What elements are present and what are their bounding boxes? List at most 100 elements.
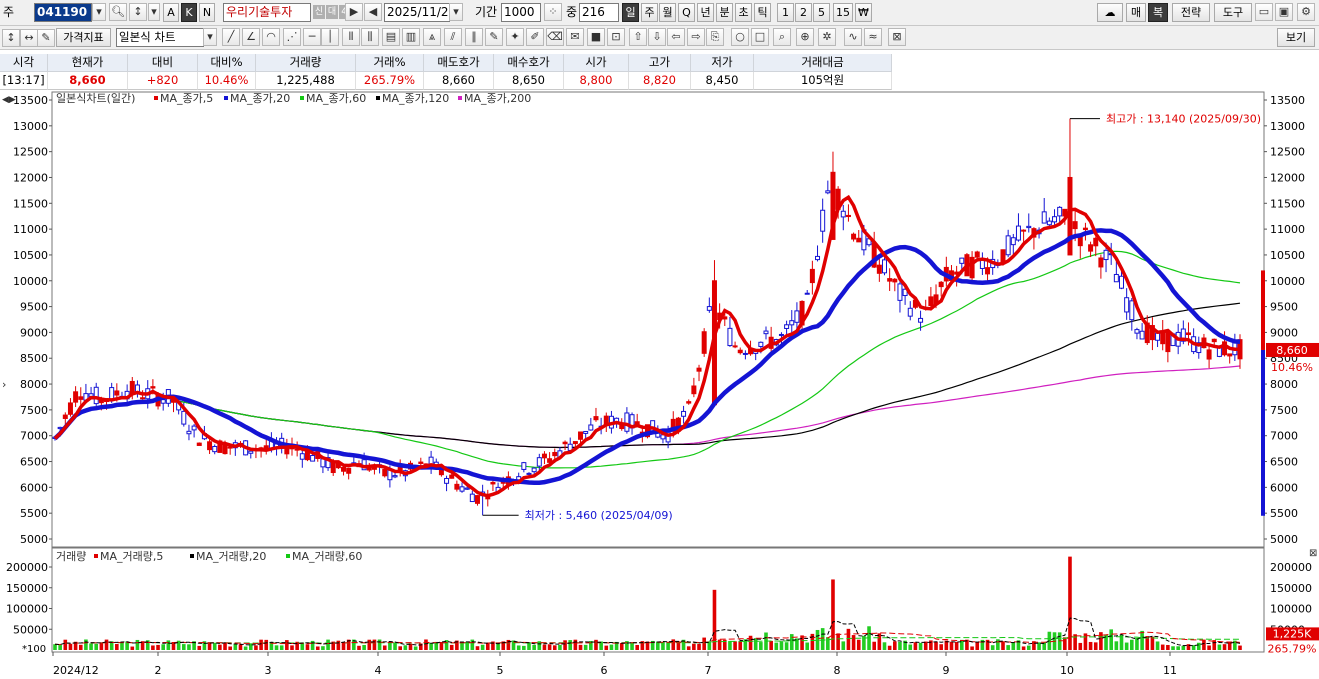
letter-k-button[interactable]: K	[181, 3, 197, 22]
color-tool-icon[interactable]: ■	[587, 28, 605, 46]
down-arrow-icon[interactable]: ⇩	[648, 28, 666, 46]
timeframe-button-11[interactable]: 15	[833, 3, 853, 22]
volume-bar	[367, 639, 372, 650]
candle-body	[742, 352, 748, 355]
candle-body	[763, 330, 769, 335]
buy-button[interactable]: 매	[1126, 3, 1146, 22]
left-arrow-icon[interactable]: ⇦	[667, 28, 685, 46]
wave2-tool-icon[interactable]: ≈	[864, 28, 882, 46]
broker-field[interactable]: 우리기술투자	[223, 3, 311, 22]
arc-tool-icon[interactable]: ◠	[262, 28, 280, 46]
save-icon[interactable]: ▣	[1275, 3, 1293, 21]
sort-icon[interactable]: ↕	[129, 3, 147, 21]
fork-tool-icon[interactable]: ⩓	[423, 28, 441, 46]
note-tool-icon[interactable]: ✉	[566, 28, 584, 46]
timeframe-button-6[interactable]: 초	[735, 3, 752, 22]
export-icon[interactable]: ⎘	[706, 28, 724, 46]
quote-value-5: 265.79%	[356, 72, 424, 90]
price-legend-item: MA_종가,200	[464, 92, 531, 105]
compare-tool-icon[interactable]: ⊠	[888, 28, 906, 46]
candle-body	[114, 390, 120, 396]
candle-body	[1185, 332, 1191, 336]
magic-tool-icon[interactable]: ✦	[506, 28, 524, 46]
sort-dropdown-icon[interactable]: ▾	[148, 3, 160, 21]
timeframe-button-9[interactable]: 2	[795, 3, 812, 22]
table-tool-icon[interactable]: ▤	[382, 28, 400, 46]
fan-tool-icon[interactable]: ⋰	[283, 28, 301, 46]
eraser-tool-icon[interactable]: ⌫	[546, 28, 564, 46]
chart-tool-icon[interactable]: ▥	[402, 28, 420, 46]
zoom-tool2-icon[interactable]: ⊕	[796, 28, 814, 46]
line-tool-icon[interactable]: ╱	[222, 28, 240, 46]
wave-tool-icon[interactable]: ∿	[844, 28, 862, 46]
pen-tool-icon[interactable]: ✎	[485, 28, 503, 46]
candle-body	[73, 391, 79, 403]
date-dropdown-icon[interactable]: ▾	[449, 3, 463, 21]
timeframe-button-4[interactable]: 년	[697, 3, 714, 22]
volume-bar	[254, 645, 258, 650]
candle-body	[887, 278, 893, 282]
strategy-button[interactable]: 전략	[1172, 3, 1210, 22]
timeframe-button-8[interactable]: 1	[777, 3, 794, 22]
price-indicator-button[interactable]: 가격지표	[56, 28, 111, 47]
circle-tool-icon[interactable]: ○	[731, 28, 749, 46]
timeframe-button-1[interactable]: 주	[641, 3, 658, 22]
price-volume-chart[interactable]: 13500 13500 13000 13000 12500 12500 12000 12000…	[0, 90, 1319, 677]
search-icon[interactable]: 🔍︎	[109, 3, 127, 21]
hline-tool-icon[interactable]: ─	[303, 28, 321, 46]
view-button[interactable]: 보기	[1277, 28, 1315, 47]
volume-bar	[1171, 646, 1175, 650]
edit-icon[interactable]: ✎	[37, 29, 55, 47]
price-legend-item: MA_종가,5	[160, 92, 213, 105]
chart-type-dropdown-icon[interactable]: ▾	[203, 28, 217, 46]
play-back-icon[interactable]: ◀	[364, 3, 382, 21]
parallel-tool-icon[interactable]: ∥	[465, 28, 483, 46]
play-forward-icon[interactable]: ▶	[345, 3, 363, 21]
star-tool-icon[interactable]: ✲	[818, 28, 836, 46]
angle-tool-icon[interactable]: ∠	[242, 28, 260, 46]
timeframe-button-12[interactable]: ₩	[855, 3, 872, 22]
tools-button[interactable]: 도구	[1214, 3, 1252, 22]
right-arrow-icon[interactable]: ⇨	[687, 28, 705, 46]
up-arrow-icon[interactable]: ⇧	[629, 28, 647, 46]
channel-tool-icon[interactable]: ⫽	[444, 28, 462, 46]
vline-tool-icon[interactable]: │	[321, 28, 339, 46]
target-tool-icon[interactable]: ⊡	[607, 28, 625, 46]
letter-n-button[interactable]: N	[199, 3, 215, 22]
vertical-arrows-icon[interactable]: ↕	[2, 29, 20, 47]
volume-bar	[619, 643, 624, 650]
chart-type-select[interactable]: 일본식 차트	[116, 28, 204, 47]
date-input[interactable]: 2025/11/20	[384, 3, 456, 22]
settings-icon[interactable]: ⚙	[1297, 3, 1315, 21]
rect-tool-icon[interactable]: □	[751, 28, 769, 46]
price-axis-label-left: 9500	[20, 301, 48, 314]
timeframe-button-7[interactable]: 틱	[754, 3, 771, 22]
mid-input[interactable]: 216	[579, 3, 619, 22]
timeframe-button-3[interactable]: Q	[678, 3, 695, 22]
timeframe-button-10[interactable]: 5	[813, 3, 830, 22]
folder-icon[interactable]: ▭	[1255, 3, 1273, 21]
range-bar-up	[1261, 270, 1265, 350]
candle-body	[737, 349, 743, 354]
candle-body	[928, 296, 934, 307]
code-dropdown-icon[interactable]: ▾	[92, 3, 106, 21]
compound-button[interactable]: 복	[1148, 3, 1168, 22]
horizontal-arrows-icon[interactable]: ↔	[20, 29, 38, 47]
candle-body	[758, 341, 764, 347]
cloud-icon[interactable]: ☁	[1097, 3, 1123, 22]
quote-value-6: 8,660	[424, 72, 494, 90]
cycle-tool-icon[interactable]: ⫼	[361, 28, 379, 46]
candle-body	[1134, 329, 1140, 334]
letter-a-button[interactable]: A	[163, 3, 179, 22]
pencil-tool-icon[interactable]: ✐	[526, 28, 544, 46]
zoom-tool-icon[interactable]: ⌕	[773, 28, 791, 46]
volume-bar	[1207, 645, 1211, 650]
stock-code-input[interactable]: 041190	[34, 3, 92, 22]
timeframe-button-0[interactable]: 일	[622, 3, 639, 22]
timeframe-button-2[interactable]: 월	[659, 3, 676, 22]
timeframe-button-5[interactable]: 분	[716, 3, 733, 22]
candle-body	[536, 457, 542, 467]
grid-icon[interactable]: ⁘	[544, 3, 562, 21]
period-input[interactable]: 1000	[501, 3, 541, 22]
vgrid-tool-icon[interactable]: ⦀	[342, 28, 360, 46]
